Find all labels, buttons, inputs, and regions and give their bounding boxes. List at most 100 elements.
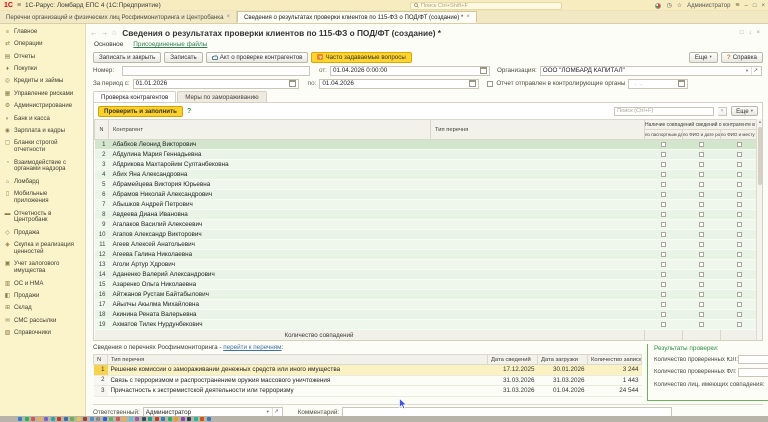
sidebar-item[interactable]: ⇄ Операции bbox=[0, 38, 85, 50]
taskbar-app-icon[interactable] bbox=[168, 417, 172, 421]
help-button[interactable]: ?Справка bbox=[721, 52, 763, 63]
main-menu-icon[interactable]: ≡ bbox=[17, 2, 21, 9]
fio-birthdate-match-checkbox[interactable] bbox=[699, 262, 704, 267]
passport-match-checkbox[interactable] bbox=[661, 162, 666, 167]
close-tab-icon[interactable]: × bbox=[466, 14, 470, 20]
contractor-row[interactable]: 17 Айылчы Акылма Михайловна bbox=[95, 300, 758, 310]
contractor-row[interactable]: 4 Абих Яна Александровна bbox=[95, 170, 758, 180]
fio-birthdate-match-checkbox[interactable] bbox=[699, 312, 704, 317]
maximize-button[interactable]: □ bbox=[753, 3, 757, 9]
fio-birthplace-match-checkbox[interactable] bbox=[737, 272, 742, 277]
column-header-contractor[interactable]: Контрагент bbox=[109, 120, 431, 140]
fio-birthdate-match-checkbox[interactable] bbox=[699, 322, 704, 327]
taskbar-app-icon[interactable] bbox=[142, 417, 146, 421]
close-tab-icon[interactable]: × bbox=[226, 14, 230, 20]
fio-birthplace-match-checkbox[interactable] bbox=[737, 312, 742, 317]
taskbar-app-icon[interactable] bbox=[51, 417, 55, 421]
column-header-match-group[interactable]: Наличие совпадений сведений о контрагент… bbox=[645, 120, 758, 130]
document-date-field[interactable]: 01.04.2026 0:00:00 bbox=[330, 66, 490, 76]
taskbar-app-icon[interactable] bbox=[96, 417, 100, 421]
fio-birthplace-match-checkbox[interactable] bbox=[737, 212, 742, 217]
history-icon[interactable]: ◷ bbox=[666, 2, 671, 9]
close-form-icon[interactable]: × bbox=[756, 30, 760, 36]
taskbar-app-icon[interactable] bbox=[155, 417, 159, 421]
taskbar[interactable] bbox=[0, 416, 768, 422]
save-close-button[interactable]: Записать и закрыть bbox=[93, 52, 161, 63]
column-header-date-info[interactable]: Дата сведений bbox=[488, 355, 538, 365]
fio-birthdate-match-checkbox[interactable] bbox=[699, 252, 704, 257]
taskbar-app-icon[interactable] bbox=[181, 417, 185, 421]
contractor-row[interactable]: 14 Аданенко Валерий Александрович bbox=[95, 270, 758, 280]
contractor-row[interactable]: 16 Айтжанов Рустам Байтабылович bbox=[95, 290, 758, 300]
passport-match-checkbox[interactable] bbox=[661, 202, 666, 207]
fio-birthplace-match-checkbox[interactable] bbox=[737, 162, 742, 167]
scrollbar-thumb[interactable] bbox=[758, 127, 762, 185]
chevron-down-icon[interactable]: ▾ bbox=[743, 67, 751, 75]
passport-match-checkbox[interactable] bbox=[661, 242, 666, 247]
open-link-icon[interactable]: ↗ bbox=[751, 67, 759, 75]
fio-birthdate-match-checkbox[interactable] bbox=[699, 222, 704, 227]
list-row[interactable]: 1 Решение комиссии о замораживании денеж… bbox=[94, 365, 642, 376]
passport-match-checkbox[interactable] bbox=[661, 222, 666, 227]
fio-birthplace-match-checkbox[interactable] bbox=[737, 152, 742, 157]
column-header-fio-birthplace[interactable]: по ФИО и месту рождения bbox=[721, 130, 758, 140]
column-header-n[interactable]: N bbox=[95, 120, 109, 140]
minimize-button[interactable]: – bbox=[745, 3, 748, 9]
column-header-fio-birthdate[interactable]: по ФИО и дате рождения bbox=[683, 130, 721, 140]
taskbar-app-icon[interactable] bbox=[148, 417, 152, 421]
taskbar-app-icon[interactable] bbox=[83, 417, 87, 421]
fio-birthdate-match-checkbox[interactable] bbox=[699, 282, 704, 287]
taskbar-app-icon[interactable] bbox=[122, 417, 126, 421]
taskbar-app-icon[interactable] bbox=[64, 417, 68, 421]
taskbar-app-icon[interactable] bbox=[57, 417, 61, 421]
sidebar-item[interactable]: ▣ Учет залогового имущества bbox=[0, 259, 85, 278]
result-value-field[interactable]: 1 283 bbox=[738, 368, 768, 377]
act-print-button[interactable]: Акт о проверке контрагентов bbox=[206, 52, 309, 63]
sidebar-item[interactable]: ▬ Отчетность в Центробанк bbox=[0, 208, 85, 227]
passport-match-checkbox[interactable] bbox=[661, 262, 666, 267]
close-window-button[interactable]: × bbox=[761, 3, 765, 9]
fio-birthplace-match-checkbox[interactable] bbox=[737, 282, 742, 287]
fio-birthplace-match-checkbox[interactable] bbox=[737, 142, 742, 147]
page-tab[interactable]: Проверка контрагентов bbox=[93, 91, 176, 102]
contractor-row[interactable]: 2 Абдулина Мария Геннадьевна bbox=[95, 150, 758, 160]
column-header-passport[interactable]: по паспортным данным bbox=[645, 130, 683, 140]
open-link-icon[interactable]: ↗ bbox=[272, 408, 280, 416]
nav-main[interactable]: Основное bbox=[94, 41, 123, 48]
column-header-records[interactable]: Количество записей bbox=[588, 355, 642, 365]
fio-birthdate-match-checkbox[interactable] bbox=[699, 232, 704, 237]
organization-field[interactable]: ООО "ЛОМБАРД КАПИТАЛ"▾↗ bbox=[540, 66, 762, 76]
sidebar-item[interactable]: ▧ Справочники bbox=[0, 327, 85, 339]
fio-birthplace-match-checkbox[interactable] bbox=[737, 232, 742, 237]
pin-icon[interactable]: ↓ bbox=[748, 30, 751, 36]
contractor-row[interactable]: 1 Абабков Леонид Викторович bbox=[95, 140, 758, 150]
list-row[interactable]: 2 Связь с терроризмом и распространением… bbox=[94, 375, 642, 386]
sidebar-item[interactable]: ✉ СМС рассылки bbox=[0, 315, 85, 327]
sidebar-item[interactable]: ◇ Продажа bbox=[0, 227, 85, 239]
fio-birthplace-match-checkbox[interactable] bbox=[737, 292, 742, 297]
global-search-input[interactable]: Поиск Ctrl+Shift+F bbox=[410, 2, 562, 10]
fio-birthdate-match-checkbox[interactable] bbox=[699, 192, 704, 197]
contractor-row[interactable]: 7 Абышков Андрей Петрович bbox=[95, 200, 758, 210]
sidebar-item[interactable]: ▥ ОС и НМА bbox=[0, 278, 85, 290]
column-header-n[interactable]: N bbox=[94, 355, 108, 365]
fio-birthplace-match-checkbox[interactable] bbox=[737, 322, 742, 327]
table-more-button[interactable]: Еще▾ bbox=[731, 106, 758, 116]
taskbar-app-icon[interactable] bbox=[194, 417, 198, 421]
sidebar-item[interactable]: ♦ Покупки bbox=[0, 63, 85, 75]
save-button[interactable]: Записать bbox=[164, 52, 202, 63]
contractor-row[interactable]: 3 Абдрикова Махтаройим Султанбековна bbox=[95, 160, 758, 170]
window-tab[interactable]: Перечни организаций и физических лиц Рос… bbox=[0, 11, 237, 23]
chevron-down-icon[interactable]: ▾ bbox=[264, 408, 272, 416]
sidebar-item[interactable]: ◔ Взаимодействие с органами надзора bbox=[0, 157, 85, 176]
clear-search-icon[interactable]: × bbox=[718, 107, 727, 116]
number-field[interactable] bbox=[122, 66, 310, 76]
result-value-field[interactable]: 0 bbox=[738, 355, 768, 364]
contractor-row[interactable]: 6 Абрамов Николай Александрович bbox=[95, 190, 758, 200]
passport-match-checkbox[interactable] bbox=[661, 272, 666, 277]
taskbar-app-icon[interactable] bbox=[31, 417, 35, 421]
fio-birthplace-match-checkbox[interactable] bbox=[737, 182, 742, 187]
taskbar-app-icon[interactable] bbox=[174, 417, 178, 421]
help-question-icon[interactable]: ? bbox=[187, 108, 191, 115]
passport-match-checkbox[interactable] bbox=[661, 282, 666, 287]
